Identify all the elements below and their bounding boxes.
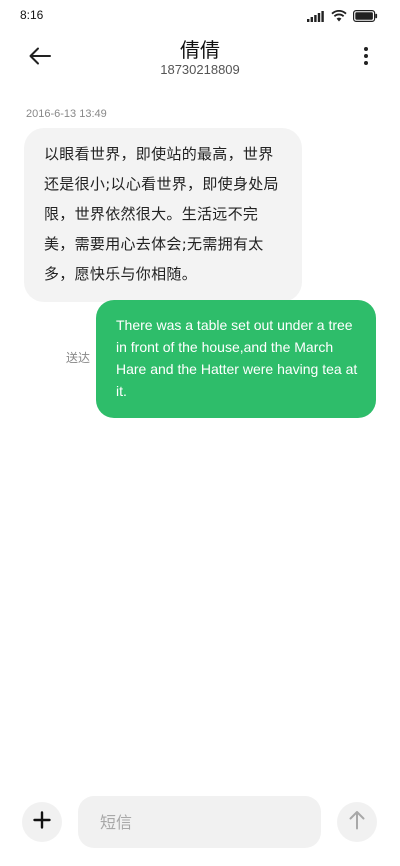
incoming-message-bubble[interactable]: 以眼看世界，即使站的最高，世界还是很小;以心看世界，即使身处局限，世界依然很大。… <box>24 128 302 302</box>
message-timestamp: 2016-6-13 13:49 <box>26 108 107 120</box>
status-bar: 8:16 <box>0 0 400 30</box>
conversation-header: 倩倩 18730218809 <box>0 30 400 84</box>
wifi-icon <box>331 10 347 22</box>
battery-icon <box>353 10 378 22</box>
contact-number: 18730218809 <box>160 62 240 77</box>
message-input[interactable] <box>78 796 321 848</box>
status-icons <box>307 10 378 22</box>
more-options-button[interactable] <box>356 46 376 70</box>
plus-icon <box>33 811 51 833</box>
more-vertical-icon <box>363 46 369 70</box>
send-button[interactable] <box>337 802 377 842</box>
messaging-screen: 8:16 倩倩 18730218809 2016-6-13 13:49 以眼看世… <box>0 0 400 866</box>
status-time: 8:16 <box>20 8 44 22</box>
delivery-status: 送达 <box>66 351 91 365</box>
contact-name: 倩倩 <box>180 38 220 62</box>
add-attachment-button[interactable] <box>22 802 62 842</box>
signal-icon <box>307 10 325 22</box>
incoming-message-text: 以眼看世界，即使站的最高，世界还是很小;以心看世界，即使身处局限，世界依然很大。… <box>44 145 279 283</box>
outgoing-message-bubble[interactable]: There was a table set out under a tree i… <box>96 300 376 418</box>
outgoing-message-text: There was a table set out under a tree i… <box>116 317 358 399</box>
arrow-up-icon <box>349 810 365 834</box>
